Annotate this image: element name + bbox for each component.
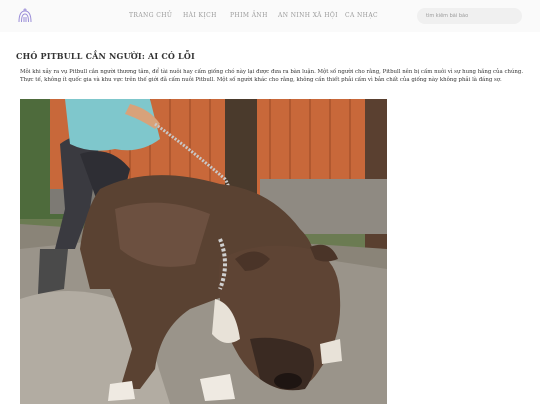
search-input[interactable]: [417, 8, 522, 24]
site-logo-icon[interactable]: [17, 8, 33, 24]
nav-item-security[interactable]: AN NINH XÃ HỘI: [278, 12, 338, 19]
article-title: CHÓ PITBULL CẮN NGƯỜI: AI CÓ LỖI: [16, 51, 195, 61]
nav-item-home[interactable]: TRANG CHỦ: [129, 12, 172, 19]
article-body: Mỗi khi xảy ra vụ Pitbull cắn người thươ…: [20, 69, 524, 83]
nav-item-comedy[interactable]: HÀI KỊCH: [183, 12, 217, 19]
article-photo: [20, 99, 387, 404]
nav-item-movies[interactable]: PHIM ẢNH: [230, 12, 268, 19]
site-header: TRANG CHỦ HÀI KỊCH PHIM ẢNH AN NINH XÃ H…: [0, 0, 540, 32]
nav-item-music[interactable]: CA NHẠC: [345, 12, 378, 19]
